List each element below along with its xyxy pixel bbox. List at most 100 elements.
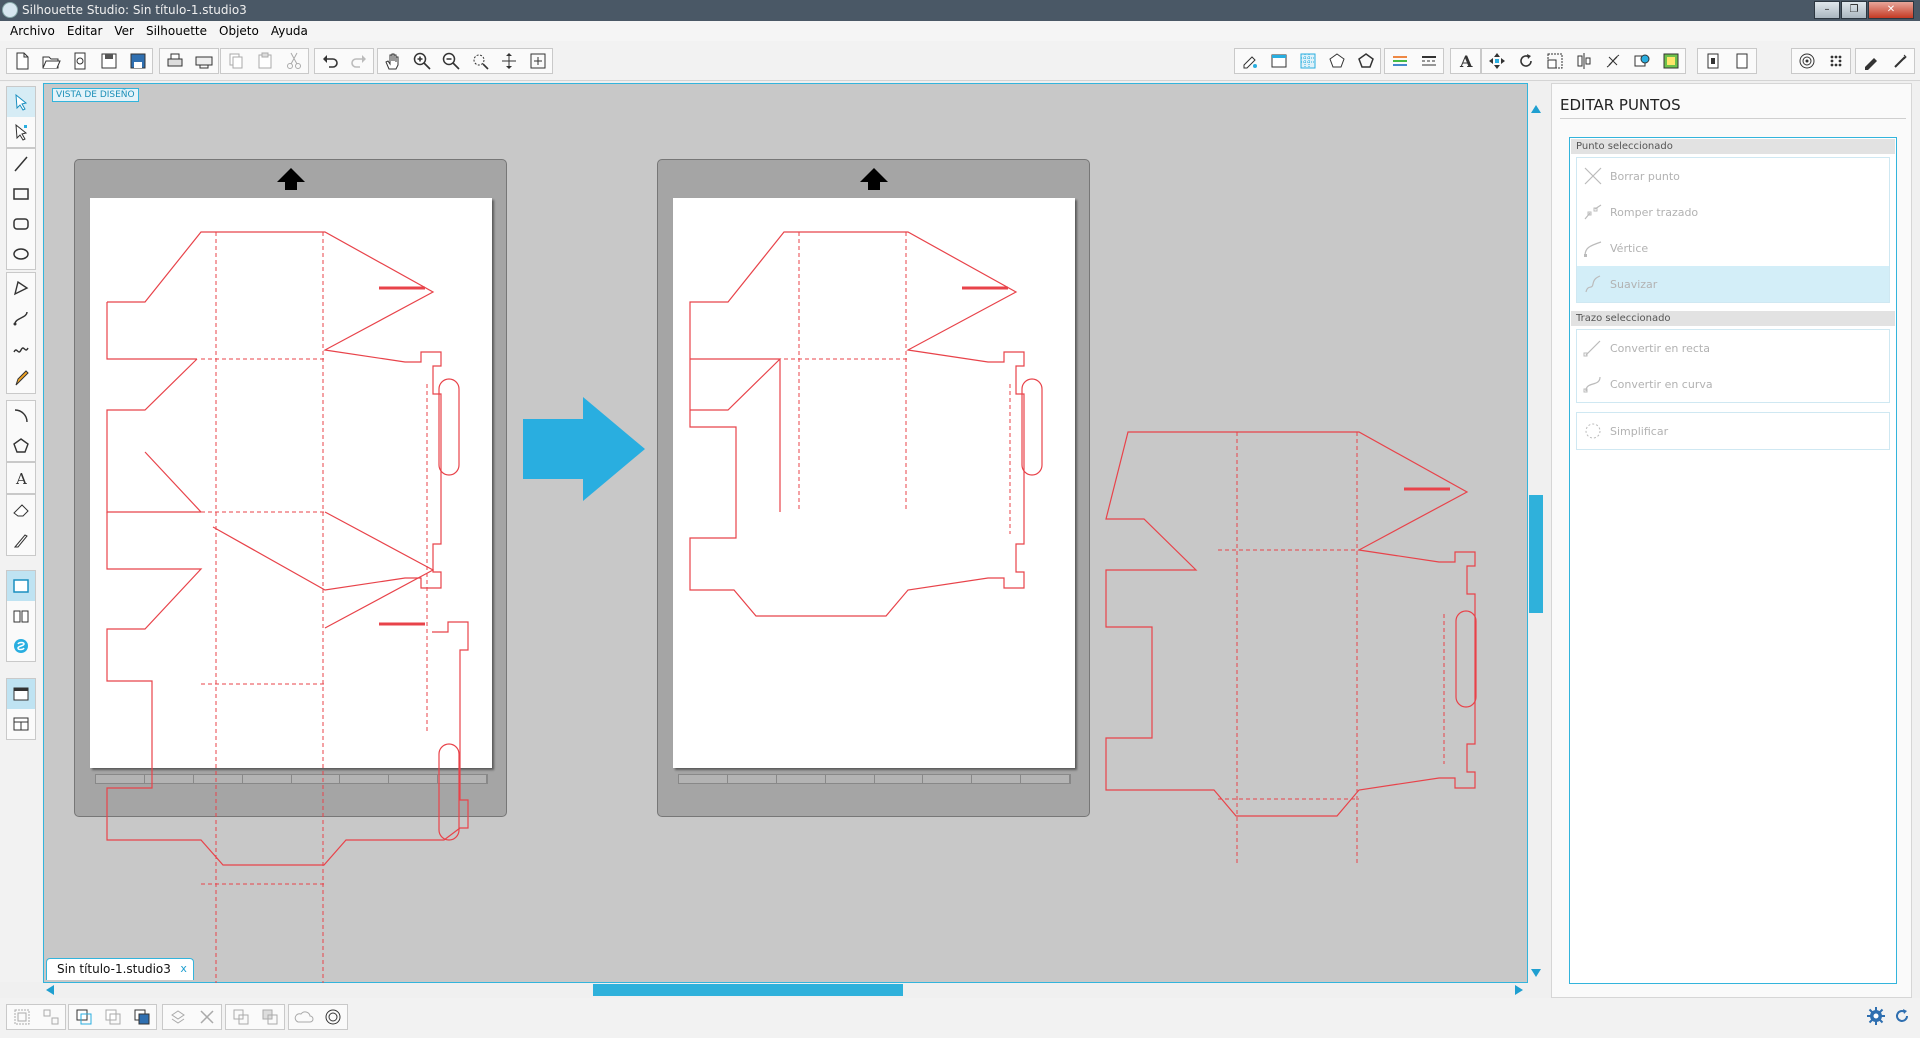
select-tool[interactable]: [7, 87, 35, 117]
split-view-toggle[interactable]: [7, 709, 35, 739]
pan-button[interactable]: [378, 49, 407, 73]
point-edit-tool[interactable]: [7, 117, 35, 147]
minimize-button[interactable]: –: [1814, 1, 1840, 19]
simplify-option[interactable]: Simplificar: [1577, 413, 1889, 449]
scale-button[interactable]: [1540, 49, 1569, 73]
vertical-scrollbar[interactable]: [1528, 83, 1544, 983]
send-panel-button[interactable]: [1792, 49, 1821, 73]
line-tool[interactable]: [7, 149, 35, 179]
print-button[interactable]: [160, 49, 189, 73]
make-compound-button[interactable]: [69, 1005, 98, 1029]
subtract-button[interactable]: [255, 1005, 284, 1029]
store-view-toggle[interactable]: [7, 631, 35, 661]
scroll-left-icon[interactable]: [44, 984, 56, 996]
design-view-toggle[interactable]: [7, 571, 35, 601]
page-setup-button[interactable]: [1235, 49, 1264, 73]
make-straight-option[interactable]: Convertir en recta: [1577, 330, 1889, 366]
rounded-rectangle-tool[interactable]: [7, 209, 35, 239]
undo-button[interactable]: [315, 49, 344, 73]
scroll-down-icon[interactable]: [1530, 967, 1542, 979]
menu-archivo[interactable]: Archivo: [4, 24, 61, 38]
zoom-in-button[interactable]: [407, 49, 436, 73]
save-button[interactable]: [94, 49, 123, 73]
pencil-tool[interactable]: [7, 363, 35, 393]
save-as-button[interactable]: [123, 49, 152, 73]
polygon-tool[interactable]: [7, 273, 35, 303]
text-tool[interactable]: A: [7, 463, 35, 493]
open-library-button[interactable]: [65, 49, 94, 73]
brush-button[interactable]: [1885, 49, 1914, 73]
corner-option[interactable]: Vértice: [1577, 230, 1889, 266]
offset-effect-button[interactable]: [318, 1005, 347, 1029]
vertical-scroll-thumb[interactable]: [1529, 495, 1543, 613]
maximize-button[interactable]: ❐: [1841, 1, 1867, 19]
menu-objeto[interactable]: Objeto: [213, 24, 265, 38]
library-view-toggle[interactable]: [7, 601, 35, 631]
menu-ver[interactable]: Ver: [108, 24, 140, 38]
horizontal-scroll-thumb[interactable]: [593, 984, 903, 996]
open-button[interactable]: [36, 49, 65, 73]
settings-gear-icon[interactable]: [1866, 1006, 1886, 1026]
refresh-icon[interactable]: [1892, 1006, 1912, 1026]
bring-to-front-button[interactable]: [127, 1005, 156, 1029]
close-button[interactable]: ✕: [1868, 1, 1914, 19]
ellipse-tool[interactable]: [7, 239, 35, 269]
eraser-tool[interactable]: [7, 495, 35, 525]
design-canvas[interactable]: VISTA DE DISEÑO: [43, 83, 1528, 984]
delete-button[interactable]: [192, 1005, 221, 1029]
arc-tool[interactable]: [7, 401, 35, 431]
box-template-right[interactable]: [1105, 431, 1477, 817]
scroll-right-icon[interactable]: [1513, 984, 1525, 996]
smooth-option[interactable]: Suavizar: [1577, 266, 1889, 302]
rectangle-tool[interactable]: [7, 179, 35, 209]
weld-button[interactable]: [226, 1005, 255, 1029]
knife-tool[interactable]: [7, 525, 35, 555]
ungroup-button[interactable]: [36, 1005, 65, 1029]
close-tab-icon[interactable]: x: [180, 959, 187, 979]
cut-settings-button[interactable]: [1727, 49, 1756, 73]
offset-button[interactable]: [1656, 49, 1685, 73]
menu-silhouette[interactable]: Silhouette: [140, 24, 213, 38]
document-tab[interactable]: Sin título-1.studio3 x: [46, 958, 194, 980]
drag-zoom-button[interactable]: [494, 49, 523, 73]
store-button[interactable]: [1351, 49, 1380, 73]
delete-point-option[interactable]: Borrar punto: [1577, 158, 1889, 194]
group-button[interactable]: [7, 1005, 36, 1029]
break-path-option[interactable]: Romper trazado: [1577, 194, 1889, 230]
zoom-selection-button[interactable]: [465, 49, 494, 73]
freehand-tool[interactable]: [7, 333, 35, 363]
pixscan-button[interactable]: [1856, 49, 1885, 73]
replicate-button[interactable]: [1598, 49, 1627, 73]
sketch-button[interactable]: [1821, 49, 1850, 73]
shape-button[interactable]: [289, 1005, 318, 1029]
copy-button[interactable]: [221, 49, 250, 73]
curve-tool[interactable]: [7, 303, 35, 333]
single-view-toggle[interactable]: [7, 679, 35, 709]
make-curve-option[interactable]: Convertir en curva: [1577, 366, 1889, 402]
cut-button[interactable]: [279, 49, 308, 73]
modify-button[interactable]: [1627, 49, 1656, 73]
menu-ayuda[interactable]: Ayuda: [265, 24, 314, 38]
new-document-button[interactable]: [7, 49, 36, 73]
grid-settings-button[interactable]: [1293, 49, 1322, 73]
release-compound-button[interactable]: [98, 1005, 127, 1029]
align-button[interactable]: [1569, 49, 1598, 73]
trace-button[interactable]: [1698, 49, 1727, 73]
text-style-button[interactable]: A: [1451, 49, 1480, 73]
duplicate-button[interactable]: [163, 1005, 192, 1029]
zoom-out-button[interactable]: [436, 49, 465, 73]
line-style-button[interactable]: [1414, 49, 1443, 73]
regular-polygon-tool[interactable]: [7, 431, 35, 461]
scroll-up-icon[interactable]: [1530, 103, 1542, 115]
send-to-silhouette-button[interactable]: [189, 49, 218, 73]
rotate-button[interactable]: [1511, 49, 1540, 73]
registration-button[interactable]: [1264, 49, 1293, 73]
horizontal-scrollbar[interactable]: [43, 983, 1528, 997]
fill-color-button[interactable]: [1385, 49, 1414, 73]
paste-button[interactable]: [250, 49, 279, 73]
library-button[interactable]: [1322, 49, 1351, 73]
fit-to-page-button[interactable]: [523, 49, 552, 73]
transform-button[interactable]: [1482, 49, 1511, 73]
redo-button[interactable]: [344, 49, 373, 73]
menu-editar[interactable]: Editar: [61, 24, 109, 38]
